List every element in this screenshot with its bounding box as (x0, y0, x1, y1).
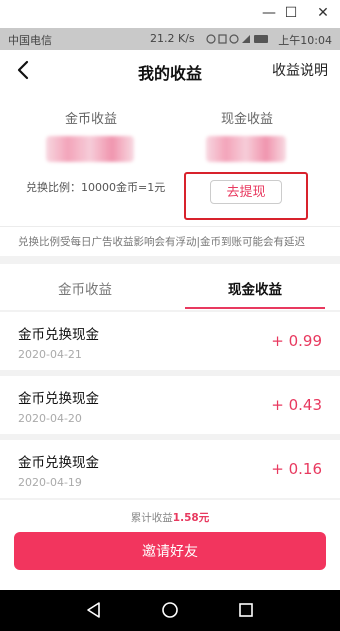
invite-friends-button[interactable]: 邀请好友 (14, 532, 326, 570)
coin-earnings-label: 金币收益 (64, 112, 117, 127)
minimize-icon[interactable]: — (258, 3, 280, 23)
list-item: 金币兑换现金 2020-04-20 + 0.43 (0, 376, 340, 434)
list-item: 金币兑换现金 2020-04-21 + 0.99 (0, 312, 340, 370)
system-nav-bar (0, 590, 340, 631)
clock: 上午10:04 (278, 34, 332, 47)
withdraw-button[interactable]: 去提现 (210, 180, 282, 204)
status-icons (206, 34, 268, 44)
record-title: 金币兑换现金 (18, 327, 99, 343)
carrier-label: 中国电信 (8, 34, 52, 47)
home-circle-icon[interactable] (160, 600, 180, 620)
divider (0, 226, 340, 227)
close-icon[interactable]: ✕ (312, 3, 334, 23)
battery-icon (254, 35, 268, 43)
record-date: 2020-04-20 (18, 412, 82, 425)
record-title: 金币兑换现金 (18, 391, 99, 407)
alarm-icon (229, 34, 239, 44)
cash-earnings-label: 现金收益 (220, 112, 273, 127)
record-amount: + 0.99 (271, 332, 322, 350)
tab-coin-earnings[interactable]: 金币收益 (0, 278, 170, 298)
total-earnings-label: 累计收益 (130, 512, 173, 524)
window-titlebar: — ☐ ✕ (0, 0, 340, 29)
total-earnings: 累计收益1.58元 (0, 510, 340, 525)
page-header: 我的收益 收益说明 (0, 50, 340, 92)
footer: 累计收益1.58元 邀请好友 (0, 500, 340, 590)
coin-earnings-value-blurred (46, 136, 134, 162)
earnings-explanation-link[interactable]: 收益说明 (272, 60, 328, 80)
total-earnings-amount: 1.58元 (172, 512, 210, 524)
signal-icon (242, 35, 250, 43)
record-date: 2020-04-21 (18, 348, 82, 361)
status-bar: 中国电信 21.2 K/s 上午10:04 (0, 28, 340, 50)
earnings-tabs: 金币收益 现金收益 (0, 264, 340, 310)
record-amount: + 0.16 (271, 460, 322, 478)
cash-earnings-value-blurred (206, 136, 286, 162)
record-amount: + 0.43 (271, 396, 322, 414)
exchange-note: 兑换比例受每日广告收益影响会有浮动|金币到账可能会有延迟 (18, 236, 306, 248)
maximize-icon[interactable]: ☐ (280, 3, 302, 23)
earnings-summary: 金币收益 现金收益 兑换比例：10000金币=1元 去提现 兑换比例受每日广告收… (0, 92, 340, 256)
tab-cash-earnings[interactable]: 现金收益 (170, 278, 340, 298)
record-date: 2020-04-19 (18, 476, 82, 489)
location-icon (206, 34, 216, 44)
exchange-rate: 兑换比例：10000金币=1元 (26, 181, 166, 194)
record-title: 金币兑换现金 (18, 455, 99, 471)
recents-square-icon[interactable] (236, 600, 256, 620)
list-item: 金币兑换现金 2020-04-19 + 0.16 (0, 440, 340, 498)
network-speed: 21.2 K/s (150, 32, 195, 45)
back-triangle-icon[interactable] (84, 600, 104, 620)
active-tab-indicator (185, 307, 325, 309)
vibrate-icon (218, 34, 227, 44)
